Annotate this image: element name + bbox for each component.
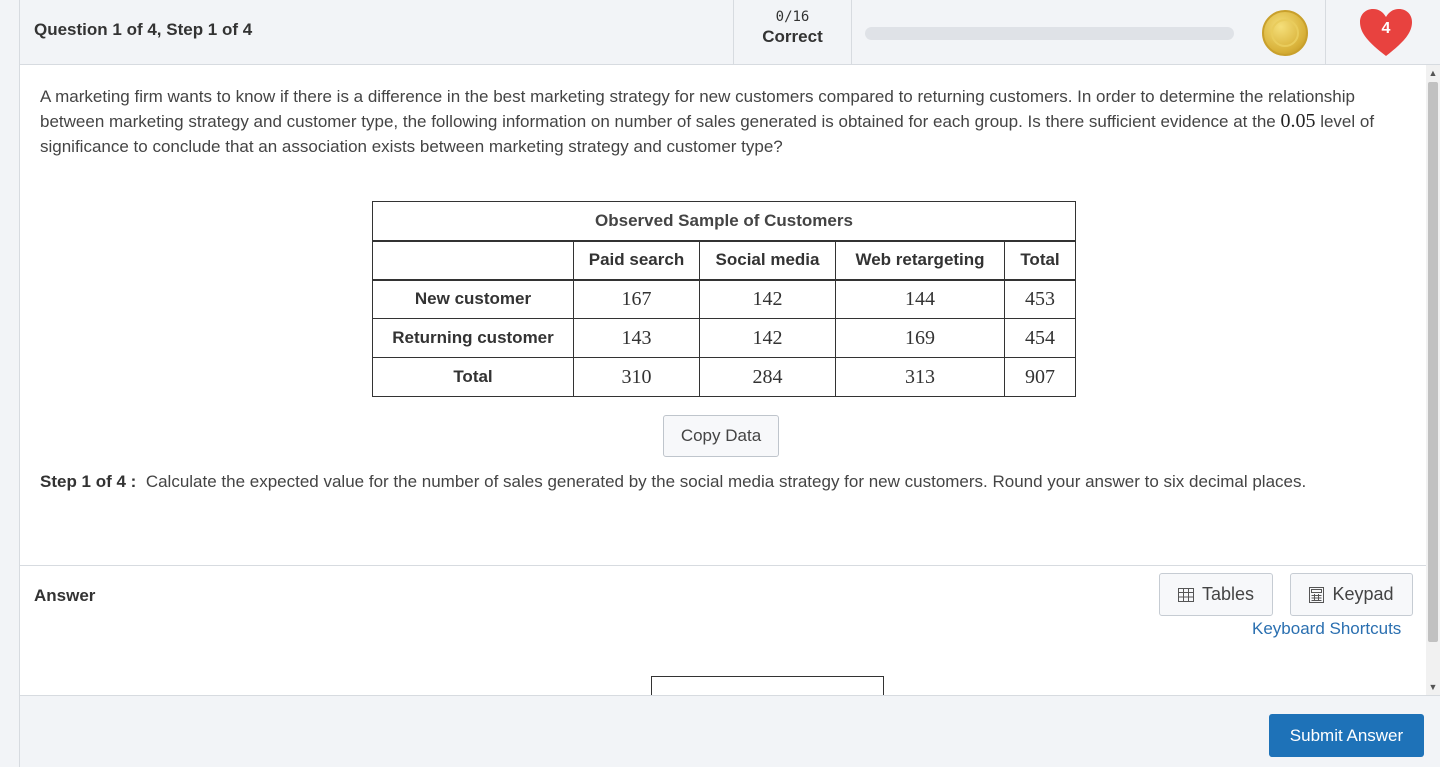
cell-value: 142 [699,279,836,319]
cell-value: 454 [1004,318,1076,358]
score-label: Correct [762,27,823,46]
row-label-returning-customer: Returning customer [372,318,574,358]
cell-value: 169 [835,318,1005,358]
question-content: A marketing firm wants to know if there … [19,65,1426,565]
calculator-icon [1309,586,1325,603]
question-text: A marketing firm wants to know if there … [40,87,1375,156]
header-bar: Question 1 of 4, Step 1 of 4 0/16 Correc… [19,0,1440,65]
table-row: Returning customer 143 142 169 454 [372,318,1076,358]
tables-label: Tables [1201,584,1255,604]
scroll-thumb[interactable] [1428,82,1438,642]
table-header-total: Total [1004,239,1076,281]
score-value: 0/16 [775,9,810,25]
cell-value: 310 [573,357,700,397]
step-instructions: Step 1 of 4 : Calculate the expected val… [40,469,1400,494]
progress-bar [865,27,1234,40]
table-header-paid-search: Paid search [573,239,700,281]
content-scrollbar[interactable]: ▲ ▼ [1426,65,1440,695]
significance-level: 0.05 [1280,110,1316,132]
table-header-empty [372,239,574,281]
scroll-down-icon[interactable]: ▼ [1426,679,1440,695]
table-icon [1177,587,1194,602]
answer-label: Answer [34,586,96,605]
scroll-up-icon[interactable]: ▲ [1426,65,1440,81]
step-label: Step 1 of 4 : [40,472,137,491]
question-step-label: Question 1 of 4, Step 1 of 4 [34,20,253,39]
table-row: Total 310 284 313 907 [372,357,1076,397]
table-header-social-media: Social media [699,239,836,281]
table-header-web-retargeting: Web retargeting [835,239,1005,281]
cell-value: 284 [699,357,836,397]
step-text: Calculate the expected value for the num… [145,472,1307,491]
score-panel: 0/16 Correct [733,0,852,64]
cell-value: 144 [835,279,1005,319]
table-row: New customer 167 142 144 453 [372,279,1076,319]
cell-value: 142 [699,318,836,358]
cell-value: 453 [1004,279,1076,319]
row-label-new-customer: New customer [372,279,574,319]
hearts-count: 4 [1381,20,1391,37]
footer-bar: Submit Answer [19,695,1440,767]
keypad-button[interactable]: Keypad [1290,573,1413,616]
coin-icon [1262,10,1308,56]
cell-value: 143 [573,318,700,358]
cell-value: 313 [835,357,1005,397]
observed-table: Observed Sample of Customers Paid search… [372,201,1076,397]
table-caption: Observed Sample of Customers [372,201,1076,241]
keyboard-shortcuts-link[interactable]: Keyboard Shortcuts [1252,619,1401,639]
row-label-total: Total [372,357,574,397]
copy-data-button[interactable]: Copy Data [663,415,779,457]
keypad-label: Keypad [1332,584,1394,604]
answer-panel: Answer Tables Keypad Keyboard Shortcuts [19,565,1426,716]
cell-value: 167 [573,279,700,319]
submit-answer-button[interactable]: Submit Answer [1269,714,1424,757]
hearts-panel: 4 [1325,0,1440,64]
cell-value: 907 [1004,357,1076,397]
tables-button[interactable]: Tables [1159,573,1273,616]
